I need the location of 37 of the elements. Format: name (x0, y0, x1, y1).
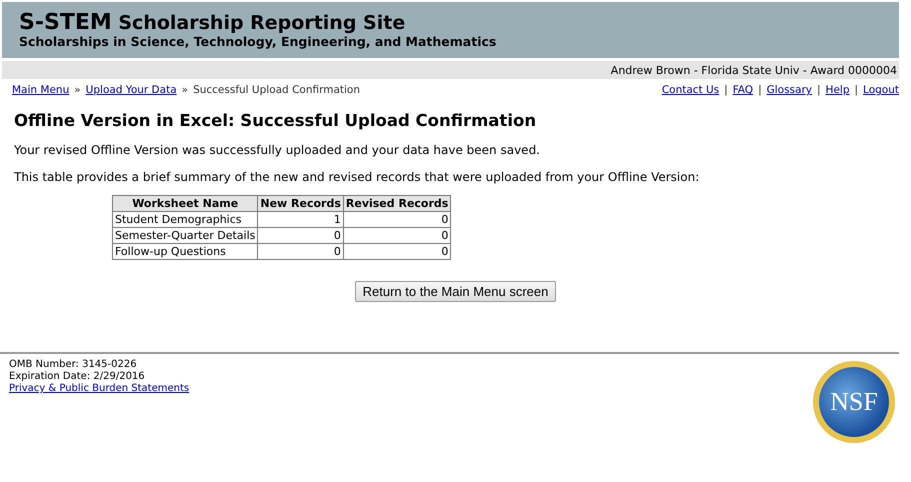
nav-link[interactable]: Logout (863, 83, 899, 97)
page-title: Offline Version in Excel: Successful Upload Confirmation (14, 111, 538, 131)
table-cell: 0 (343, 212, 451, 228)
breadcrumb-link[interactable]: Main Menu (12, 83, 70, 97)
table-cell: 0 (258, 228, 344, 244)
info-text: This table provides a brief summary of the new and revised records that were uploaded from your Offline Version: (14, 169, 700, 185)
return-button[interactable]: Return to the Main Menu screen (354, 281, 556, 302)
link-separator: | (854, 83, 858, 97)
breadcrumb-link[interactable]: Upload Your Data (86, 83, 177, 97)
link-separator: | (817, 83, 821, 97)
nav-link[interactable]: FAQ (732, 83, 754, 97)
nav-link[interactable]: Help (826, 83, 850, 97)
info-text: Your revised Offline Version was successfully uploaded and your data have been saved. (14, 142, 541, 158)
table-cell: Follow-up Questions (112, 244, 258, 260)
nav-link[interactable]: Contact Us (662, 83, 720, 97)
footer-text: OMB Number: 3145-0226 (9, 359, 138, 371)
table-cell: 0 (343, 244, 451, 260)
nsf-logo: NSF (819, 367, 889, 437)
link-separator: | (758, 83, 762, 97)
nav-link[interactable]: Glossary (766, 83, 812, 97)
table-cell: 1 (258, 212, 344, 228)
table-cell: 0 (343, 228, 451, 244)
breadcrumb-current: Successful Upload Confirmation (193, 83, 360, 97)
footer-text: Expiration Date: 2/29/2016 (9, 371, 146, 383)
site-subtitle: Scholarships in Science, Technology, Engineering, and Mathematics (19, 34, 498, 50)
link-separator: | (724, 83, 728, 97)
column-header: Revised Records (343, 196, 451, 212)
column-header: Worksheet Name (112, 196, 258, 212)
table-cell: Semester-Quarter Details (112, 228, 258, 244)
breadcrumb-separator: » (182, 83, 188, 97)
breadcrumb-separator: » (74, 83, 81, 97)
privacy-link[interactable]: Privacy & Public Burden Statements (9, 383, 190, 394)
site-title: S-STEM Scholarship Reporting Site (19, 12, 406, 34)
table-cell: Student Demographics (112, 212, 258, 228)
table-cell: 0 (258, 244, 344, 260)
column-header: New Records (258, 196, 344, 212)
user-info: Andrew Brown - Florida State Univ - Award 0000004 (610, 64, 897, 76)
